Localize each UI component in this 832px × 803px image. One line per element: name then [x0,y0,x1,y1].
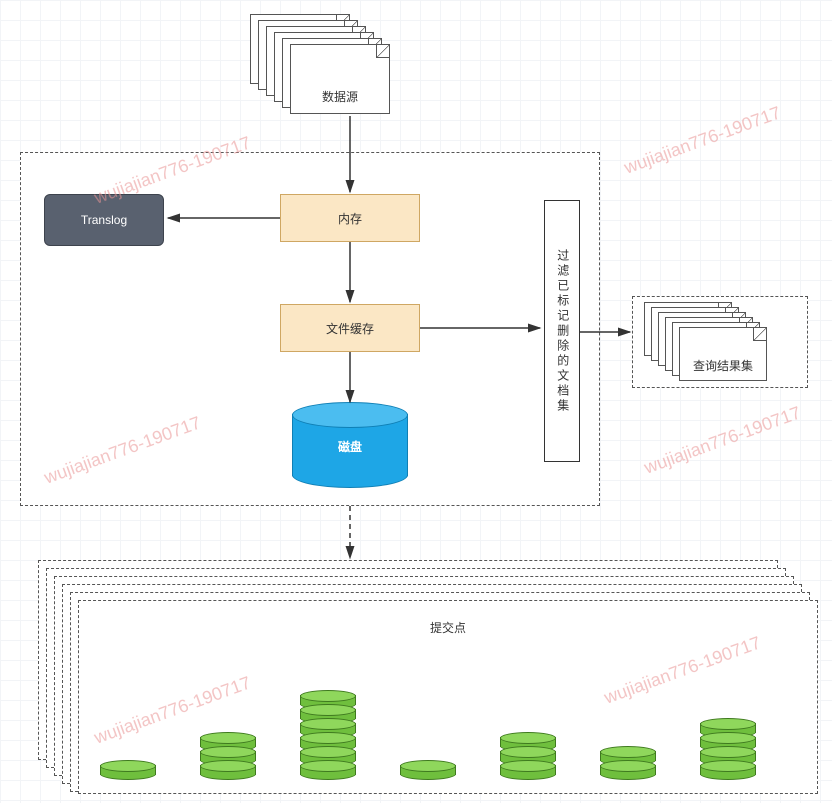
commit-cylinder [200,760,256,780]
translog-label: Translog [81,213,127,227]
commit-cylinder [500,760,556,780]
filecache-box: 文件缓存 [280,304,420,352]
result-label: 查询结果集 [693,357,753,374]
commit-stack [100,766,156,780]
memory-label: 内存 [338,210,362,227]
commit-label: 提交点 [430,619,466,636]
commit-stack [600,752,656,780]
commit-stack [200,738,256,780]
commit-cylinder [100,760,156,780]
diagram-canvas: 数据源 Translog 内存 文件缓存 磁盘 过滤已标记删除的文档集 查询结果… [0,0,832,803]
commit-cylinder [600,760,656,780]
commit-cylinder [400,760,456,780]
commit-stack [300,696,356,780]
filter-box: 过滤已标记删除的文档集 [544,200,580,462]
filter-label: 过滤已标记删除的文档集 [551,249,573,414]
filecache-label: 文件缓存 [326,320,374,337]
commit-cylinder [300,760,356,780]
watermark: wujiajian776-190717 [621,102,783,178]
commit-cylinder [700,760,756,780]
watermark: wujiajian776-190717 [641,402,803,478]
datasource-label: 数据源 [322,88,358,105]
disk-cylinder: 磁盘 [292,402,408,488]
translog-box: Translog [44,194,164,246]
memory-box: 内存 [280,194,420,242]
commit-stack [400,766,456,780]
disk-label: 磁盘 [292,438,408,455]
commit-stack [500,738,556,780]
commit-stack [700,724,756,780]
